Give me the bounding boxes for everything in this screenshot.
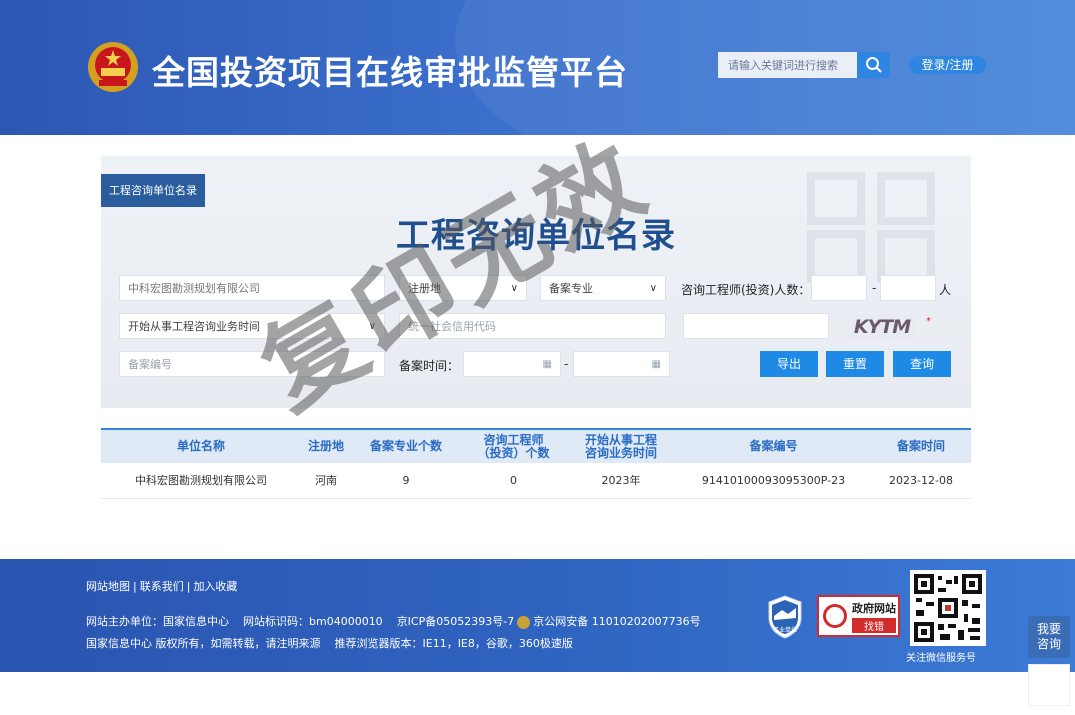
panel-tag: 工程咨询单位名录: [101, 174, 205, 207]
link-separator: |: [133, 580, 137, 593]
qr-caption: 关注微信服务号: [906, 653, 976, 664]
start-time-cell: 2023年: [566, 463, 676, 499]
company-name-input[interactable]: 中科宏图勘测规划有限公司: [119, 275, 385, 301]
police-record[interactable]: 京公网安备 11010202007736号: [533, 615, 700, 628]
search-icon: [865, 57, 882, 73]
filter-panel: 工程咨询单位名录 工程咨询单位名录 中科宏图勘测规划有限公司 注册地 ∨ 备案专…: [101, 156, 971, 408]
footer-link-contact[interactable]: 联系我们: [140, 580, 184, 593]
column-header: 备案编号: [676, 428, 871, 463]
footer-info-line2: 国家信息中心 版权所有，如需转载，请注明来源 推荐浏览器版本：IE11，IE8，…: [86, 635, 573, 651]
search-input[interactable]: [718, 52, 857, 78]
site-footer: 网站地图 | 联系我们 | 加入收藏 网站主办单位：国家信息中心 网站标识码：bm040…: [0, 559, 1075, 672]
specialty-select[interactable]: 备案专业 ∨: [540, 275, 666, 301]
engineer-count-label: 咨询工程师(投资)人数：: [681, 283, 811, 297]
site-header: 全国投资项目在线审批监管平台 登录/注册: [0, 0, 1075, 135]
record-number-input[interactable]: 备案编号: [119, 351, 385, 377]
login-register-button[interactable]: 登录/注册: [909, 56, 986, 74]
record-number-cell: 91410100093095300P-23: [676, 463, 871, 499]
qr-code-icon: [914, 574, 982, 642]
engineer-unit-label: 人: [939, 283, 952, 297]
captcha-input[interactable]: [683, 313, 829, 339]
host-unit: 网站主办单位：国家信息中心: [86, 615, 229, 628]
column-header: 单位名称: [101, 428, 301, 463]
gov-site-error-report-badge[interactable]: 政府网站 找错: [817, 595, 900, 637]
error-report-subtitle: 找错: [852, 617, 896, 633]
specialty-label: 备案专业: [549, 282, 593, 295]
footer-info-line1: 网站主办单位：国家信息中心 网站标识码：bm04000010 京ICP备0505…: [86, 613, 701, 629]
credit-code-placeholder: 统一社会信用代码: [408, 320, 496, 333]
chevron-down-icon: ∨: [510, 282, 518, 294]
calendar-icon: ▦: [651, 358, 661, 370]
start-time-select[interactable]: 开始从事工程咨询业务时间 ∨: [119, 313, 385, 339]
company-name-cell[interactable]: 中科宏图勘测规划有限公司: [101, 463, 301, 499]
magnifier-icon: [823, 604, 847, 628]
column-header: 开始从事工程 咨询业务时间: [566, 428, 676, 463]
engineer-count-max-input[interactable]: [880, 275, 936, 301]
specialty-count-cell: 9: [351, 463, 461, 499]
float-panel-placeholder: [1028, 664, 1070, 706]
captcha-image[interactable]: KYTM: [848, 314, 916, 340]
column-header: 咨询工程师 （投资）个数: [461, 428, 566, 463]
reset-button[interactable]: 重置: [826, 351, 884, 377]
column-header: 注册地: [301, 428, 351, 463]
engineer-count-min-input[interactable]: [811, 275, 867, 301]
registration-place-select[interactable]: 注册地 ∨: [399, 275, 527, 301]
browser-recommendation: 推荐浏览器版本：IE11，IE8，谷歌，360极速版: [334, 637, 573, 650]
table-row[interactable]: 中科宏图勘测规划有限公司 河南 9 0 2023年 91410100093095…: [101, 463, 971, 499]
engineer-count-cell: 0: [461, 463, 566, 499]
results-table: 单位名称 注册地 备案专业个数 咨询工程师 （投资）个数 开始从事工程 咨询业务…: [101, 428, 971, 499]
record-time-start-input[interactable]: ▦: [463, 351, 561, 377]
site-id: 网站标识码：bm04000010: [243, 615, 383, 628]
start-time-label: 开始从事工程咨询业务时间: [128, 320, 260, 333]
record-number-placeholder: 备案编号: [128, 358, 172, 371]
range-dash: -: [872, 281, 877, 295]
site-title: 全国投资项目在线审批监管平台: [152, 53, 628, 92]
footer-link-sitemap[interactable]: 网站地图: [86, 580, 130, 593]
record-time-label: 备案时间：: [399, 359, 460, 373]
column-header: 备案时间: [871, 428, 971, 463]
registration-place-cell: 河南: [301, 463, 351, 499]
consult-float-button[interactable]: 我要 咨询: [1028, 616, 1070, 658]
consult-label-line1: 我要: [1036, 622, 1061, 636]
company-name-value: 中科宏图勘测规划有限公司: [128, 282, 260, 295]
copyright: 国家信息中心 版权所有，如需转载，请注明来源: [86, 637, 321, 650]
police-badge-icon: [517, 615, 531, 629]
query-button[interactable]: 查询: [893, 351, 951, 377]
export-button[interactable]: 导出: [760, 351, 818, 377]
error-report-text: 政府网站 找错: [852, 600, 896, 633]
footer-links: 网站地图 | 联系我们 | 加入收藏: [86, 578, 237, 594]
required-mark: *: [926, 316, 931, 327]
link-separator: |: [186, 580, 191, 593]
icp-record[interactable]: 京ICP备05052393号-7: [397, 615, 515, 628]
table-header-row: 单位名称 注册地 备案专业个数 咨询工程师 （投资）个数 开始从事工程 咨询业务…: [101, 428, 971, 463]
national-emblem-icon: [88, 42, 138, 92]
public-institution-label: 事业单位: [772, 627, 797, 634]
error-report-title: 政府网站: [852, 601, 896, 615]
panel-title: 工程咨询单位名录: [396, 216, 676, 256]
chevron-down-icon: ∨: [649, 282, 657, 294]
calendar-icon: ▦: [542, 358, 552, 370]
registration-place-label: 注册地: [408, 282, 441, 295]
search-button[interactable]: [857, 52, 890, 78]
record-time-end-input[interactable]: ▦: [573, 351, 670, 377]
chevron-down-icon: ∨: [368, 320, 376, 332]
credit-code-input[interactable]: 统一社会信用代码: [399, 313, 666, 339]
range-dash: -: [564, 357, 569, 371]
public-institution-badge[interactable]: 事业单位: [766, 594, 804, 640]
column-header: 备案专业个数: [351, 428, 461, 463]
footer-link-favorite[interactable]: 加入收藏: [193, 580, 237, 593]
record-date-cell: 2023-12-08: [871, 463, 971, 499]
consult-label-line2: 咨询: [1036, 637, 1061, 651]
wechat-qr-code: [910, 570, 986, 646]
